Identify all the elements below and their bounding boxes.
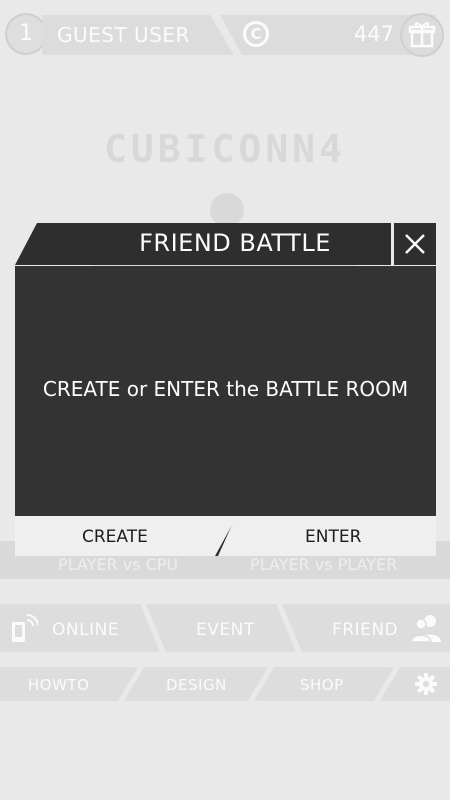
player-vs-cpu-label: PLAYER vs CPU <box>58 555 179 574</box>
close-icon <box>405 234 425 254</box>
coin-icon: C <box>243 21 269 47</box>
pawn-decoration <box>210 193 244 227</box>
event-label: EVENT <box>196 620 255 640</box>
game-logo: CUBICONN4 <box>104 127 346 171</box>
people-icon <box>410 615 441 643</box>
level-number: 1 <box>19 21 33 46</box>
phone-signal-icon <box>12 614 38 642</box>
guest-user-label: GUEST USER <box>57 23 190 47</box>
shop-label: SHOP <box>300 676 344 694</box>
player-vs-player-label: PLAYER vs PLAYER <box>250 555 398 574</box>
design-label: DESIGN <box>166 676 227 694</box>
create-button-label: CREATE <box>82 527 148 547</box>
gift-button[interactable] <box>400 13 444 57</box>
dialog-message: CREATE or ENTER the BATTLE ROOM <box>42 377 409 401</box>
coin-symbol: C <box>250 25 262 43</box>
coin-count: 447 <box>353 22 394 46</box>
level-badge: 1 <box>5 13 47 55</box>
close-button[interactable] <box>394 223 436 265</box>
gift-icon <box>408 22 436 48</box>
dialog-title: FRIEND BATTLE <box>139 229 331 257</box>
friend-label: FRIEND <box>332 620 399 640</box>
gear-icon <box>415 673 437 695</box>
howto-label: HOWTO <box>28 676 90 694</box>
online-label: ONLINE <box>52 620 120 640</box>
enter-button-label: ENTER <box>305 527 362 547</box>
